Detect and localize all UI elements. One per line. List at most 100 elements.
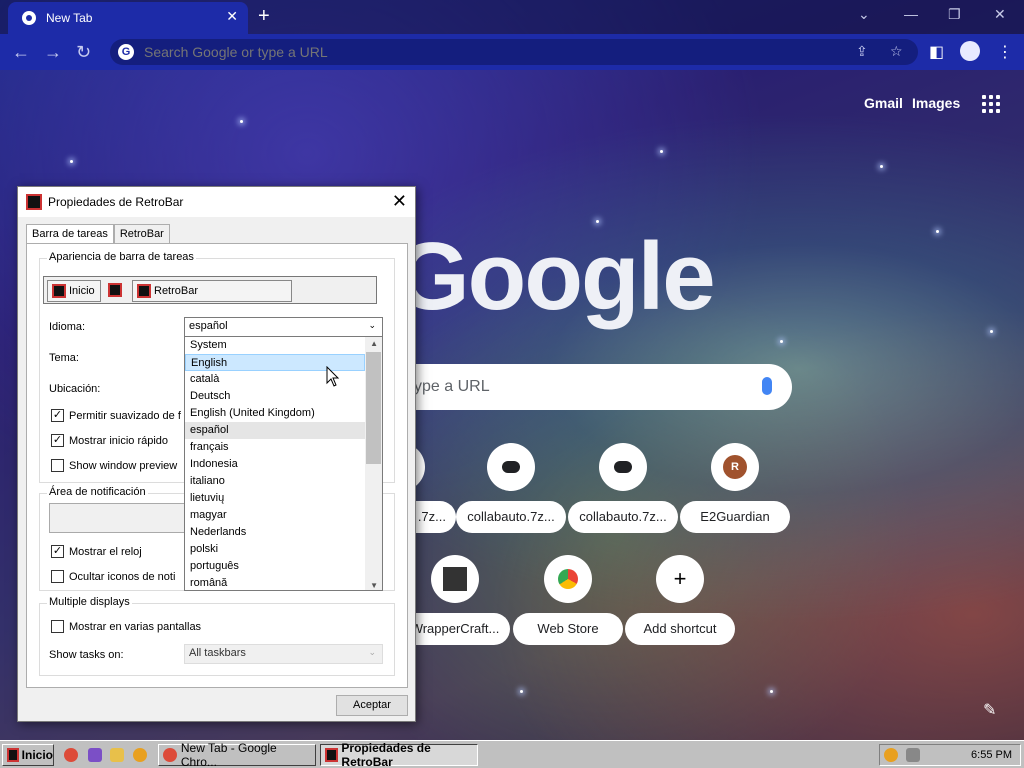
retrobar-task-icon xyxy=(137,284,151,298)
hide-icons-checkbox[interactable] xyxy=(51,570,64,583)
mic-icon[interactable] xyxy=(762,377,772,395)
cloud-upload-icon xyxy=(599,443,647,491)
customize-pencil-icon[interactable]: ✎ xyxy=(983,700,996,720)
close-tab-icon[interactable]: ✕ xyxy=(226,8,238,25)
scroll-down-icon[interactable]: ▼ xyxy=(370,581,378,590)
dialog-title: Propiedades de RetroBar xyxy=(48,195,184,209)
shortcut-tile[interactable]: collabauto.7z... xyxy=(456,443,566,533)
smoothing-checkbox[interactable]: ✓ xyxy=(51,409,64,422)
show-tasks-select[interactable]: All taskbars ⌄ xyxy=(184,644,383,664)
file-explorer-icon[interactable] xyxy=(110,748,124,762)
retrobar-taskbar: Inicio New Tab - Google Chro... Propieda… xyxy=(0,740,1024,768)
tab-new-tab[interactable]: New Tab ✕ xyxy=(8,2,248,34)
apps-grid-icon[interactable] xyxy=(982,95,1000,113)
retrobar-start-icon xyxy=(7,748,19,762)
close-window-icon[interactable]: ✕ xyxy=(994,6,1006,23)
taskbar-item-label: New Tab - Google Chro... xyxy=(180,741,277,768)
omnibox-input[interactable] xyxy=(144,44,804,60)
taskbar-item-retrobar[interactable]: Propiedades de RetroBar xyxy=(320,741,478,768)
share-icon[interactable]: ⇪ xyxy=(856,43,868,60)
minimize-icon[interactable]: — xyxy=(904,6,918,22)
clock[interactable]: 6:55 PM xyxy=(971,749,1012,761)
shortcut-label: Add shortcut xyxy=(625,613,735,645)
dialog-tabs: Barra de tareas RetroBar xyxy=(26,224,170,244)
quick-launch-checkbox[interactable]: ✓ xyxy=(51,434,64,447)
language-option[interactable]: System xyxy=(185,337,365,354)
dialog-titlebar: Propiedades de RetroBar ✕ xyxy=(18,187,415,217)
gmail-link[interactable]: Gmail xyxy=(864,95,903,111)
language-option[interactable]: lietuvių xyxy=(185,490,365,507)
add-shortcut-tile[interactable]: + Add shortcut xyxy=(625,555,735,645)
back-icon[interactable]: ← xyxy=(12,42,30,63)
google-logo: Google xyxy=(395,223,716,330)
theme-label: Tema: xyxy=(49,352,79,364)
images-link[interactable]: Images xyxy=(912,95,960,111)
language-option[interactable]: Deutsch xyxy=(185,388,365,405)
mouse-cursor-icon xyxy=(326,366,340,387)
menu-kebab-icon[interactable]: ⋮ xyxy=(997,42,1013,62)
chrome-icon xyxy=(163,748,177,762)
shortcut-label: collabauto.7z... xyxy=(456,501,566,533)
language-option[interactable]: Nederlands xyxy=(185,524,365,541)
language-option[interactable]: português xyxy=(185,558,365,575)
shortcut-tile[interactable]: R E2Guardian xyxy=(680,443,790,533)
tab-title: New Tab xyxy=(46,11,93,25)
bookmark-star-icon[interactable]: ☆ xyxy=(890,43,903,60)
scroll-up-icon[interactable]: ▲ xyxy=(370,339,378,348)
language-option[interactable]: Indonesia xyxy=(185,456,365,473)
reload-icon[interactable]: ↻ xyxy=(76,42,91,63)
taskbar-item-chrome[interactable]: New Tab - Google Chro... xyxy=(158,741,316,768)
appearance-group-title: Apariencia de barra de tareas xyxy=(47,251,196,263)
language-label: Idioma: xyxy=(49,321,86,333)
omnibox[interactable]: G ⇪ ☆ xyxy=(110,39,918,65)
show-tasks-label: Show tasks on: xyxy=(49,649,124,661)
shield-icon[interactable] xyxy=(906,748,920,762)
retrobar-icon xyxy=(325,748,339,762)
retrobar-app-icon xyxy=(26,194,42,210)
multiple-displays-title: Multiple displays xyxy=(47,596,132,608)
show-clock-checkbox[interactable]: ✓ xyxy=(51,545,64,558)
shortcut-tile[interactable]: WrapperCraft... xyxy=(400,555,510,645)
profile-avatar[interactable] xyxy=(960,41,980,61)
dropdown-scrollbar[interactable]: ▲ ▼ xyxy=(365,337,382,590)
preview-task-label: RetroBar xyxy=(154,285,199,297)
new-tab-button[interactable]: + xyxy=(258,5,270,28)
quick-launch-icon xyxy=(108,283,122,297)
ntp-search-box[interactable]: ype a URL xyxy=(360,364,792,410)
taskbar-item-label: Propiedades de RetroBar xyxy=(341,741,431,768)
search-tray-icon[interactable] xyxy=(884,748,898,762)
notification-tray: 6:55 PM xyxy=(879,744,1021,766)
chrome-quicklaunch-icon[interactable] xyxy=(64,748,78,762)
language-option[interactable]: español xyxy=(185,422,365,439)
language-option[interactable]: polski xyxy=(185,541,365,558)
language-option[interactable]: English (United Kingdom) xyxy=(185,405,365,422)
side-panel-icon[interactable]: ◧ xyxy=(929,42,944,62)
shortcut-label: Web Store xyxy=(513,613,623,645)
language-option[interactable]: français xyxy=(185,439,365,456)
start-label: Inicio xyxy=(21,748,53,762)
visual-studio-icon[interactable] xyxy=(88,748,102,762)
quick-launch-label: Mostrar inicio rápido xyxy=(69,435,169,447)
window-preview-label: Show window preview xyxy=(69,460,178,472)
language-select[interactable]: español ⌄ xyxy=(184,317,383,337)
scrollbar-thumb[interactable] xyxy=(366,352,381,464)
shortcut-tile[interactable]: Web Store xyxy=(513,555,623,645)
language-option[interactable]: italiano xyxy=(185,473,365,490)
multi-screens-checkbox[interactable] xyxy=(51,620,64,633)
language-option[interactable]: magyar xyxy=(185,507,365,524)
forward-icon[interactable]: → xyxy=(44,42,62,63)
cloud-upload-icon xyxy=(487,443,535,491)
notification-area-preview xyxy=(49,503,199,533)
plus-icon: + xyxy=(656,555,704,603)
tab-retrobar[interactable]: RetroBar xyxy=(113,224,170,244)
window-preview-checkbox[interactable] xyxy=(51,459,64,472)
language-option[interactable]: română xyxy=(185,575,365,590)
tab-search-icon[interactable]: ⌄ xyxy=(858,6,870,23)
shortcut-tile[interactable]: collabauto.7z... xyxy=(568,443,678,533)
dialog-close-icon[interactable]: ✕ xyxy=(392,191,407,212)
start-button[interactable]: Inicio xyxy=(2,744,54,766)
restore-icon[interactable]: ❐ xyxy=(948,6,961,23)
tab-barra-de-tareas[interactable]: Barra de tareas xyxy=(26,224,114,244)
search-icon[interactable] xyxy=(133,748,147,762)
accept-button[interactable]: Aceptar xyxy=(336,695,408,716)
